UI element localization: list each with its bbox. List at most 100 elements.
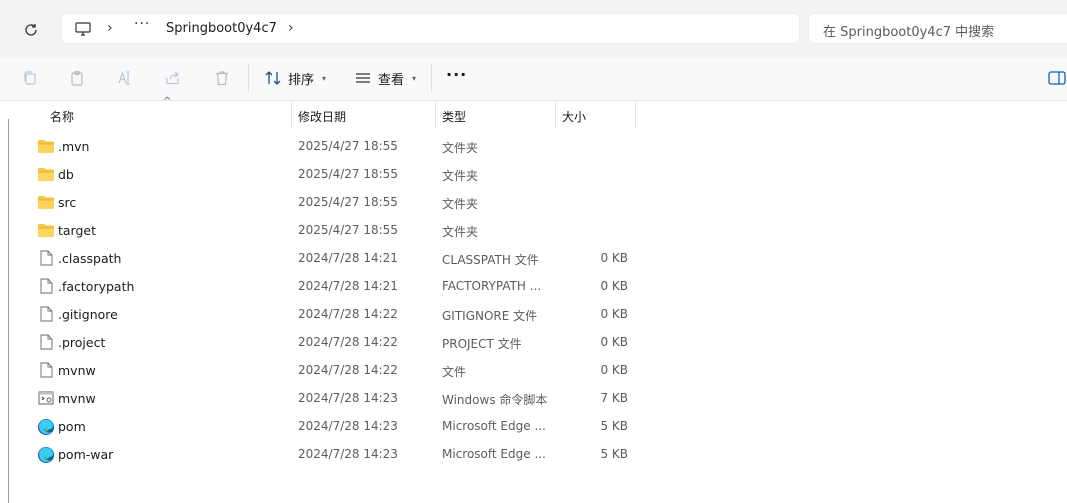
details-pane-icon[interactable] bbox=[1048, 70, 1066, 86]
file-date: 2024/7/28 14:22 bbox=[298, 335, 398, 349]
file-row[interactable]: .factorypath 2024/7/28 14:21 FACTORYPATH .… bbox=[30, 272, 640, 300]
file-name: pom bbox=[58, 419, 86, 434]
file-date: 2024/7/28 14:23 bbox=[298, 391, 398, 405]
file-size: 0 KB bbox=[600, 335, 628, 349]
toolbar-divider bbox=[248, 64, 249, 92]
cmd-script-icon bbox=[37, 390, 55, 406]
chevron-down-icon: ▾ bbox=[412, 73, 417, 83]
file-name: .factorypath bbox=[58, 279, 135, 294]
breadcrumb-overflow-button[interactable]: ··· bbox=[134, 16, 150, 32]
file-date: 2025/4/27 18:55 bbox=[298, 139, 398, 153]
copy-icon[interactable] bbox=[21, 69, 39, 87]
folder-icon bbox=[37, 222, 55, 238]
file-row[interactable]: mvnw 2024/7/28 14:22 文件 0 KB bbox=[30, 356, 640, 384]
sort-icon bbox=[265, 71, 281, 85]
paste-icon[interactable] bbox=[68, 69, 86, 87]
file-name: target bbox=[58, 223, 97, 238]
file-name: pom-war bbox=[58, 447, 114, 462]
rename-icon[interactable] bbox=[116, 69, 134, 87]
file-size: 0 KB bbox=[600, 363, 628, 377]
column-header-type[interactable]: 类型 bbox=[436, 101, 555, 128]
file-row[interactable]: mvnw 2024/7/28 14:23 Windows 命令脚本 7 KB bbox=[30, 384, 640, 412]
folder-icon bbox=[37, 194, 55, 210]
more-options-button[interactable]: ··· bbox=[446, 65, 467, 84]
file-row[interactable]: .mvn 2025/4/27 18:55 文件夹 bbox=[30, 132, 640, 160]
nav-pane-border bbox=[8, 119, 9, 503]
file-date: 2025/4/27 18:55 bbox=[298, 167, 398, 181]
file-name: mvnw bbox=[58, 363, 96, 378]
file-type: 文件夹 bbox=[442, 169, 479, 183]
file-row[interactable]: pom 2024/7/28 14:23 Microsoft Edge ... 5 KB bbox=[30, 412, 640, 440]
file-name: .project bbox=[58, 335, 106, 350]
file-size: 5 KB bbox=[600, 447, 628, 461]
breadcrumb-chevron-icon[interactable]: › bbox=[288, 20, 294, 36]
view-list-icon bbox=[356, 73, 370, 83]
search-placeholder: 在 Springboot0y4c7 中搜索 bbox=[823, 25, 995, 40]
file-row[interactable]: db 2025/4/27 18:55 文件夹 bbox=[30, 160, 640, 188]
this-pc-icon[interactable] bbox=[74, 21, 92, 40]
file-date: 2024/7/28 14:23 bbox=[298, 419, 398, 433]
file-row[interactable]: .gitignore 2024/7/28 14:22 GITIGNORE 文件 0 K… bbox=[30, 300, 640, 328]
share-icon[interactable] bbox=[164, 69, 182, 87]
file-type: 文件 bbox=[442, 365, 467, 379]
file-name: mvnw bbox=[58, 391, 96, 406]
column-header-label: 大小 bbox=[562, 110, 587, 124]
file-date: 2025/4/27 18:55 bbox=[298, 195, 398, 209]
file-date: 2024/7/28 14:21 bbox=[298, 251, 398, 265]
refresh-button[interactable] bbox=[18, 17, 44, 43]
file-size: 0 KB bbox=[600, 307, 628, 321]
column-header-label: 名称 bbox=[50, 110, 75, 124]
sort-button[interactable]: 排序 ▾ bbox=[264, 68, 326, 88]
file-type: GITIGNORE 文件 bbox=[442, 309, 538, 323]
file-row[interactable]: .classpath 2024/7/28 14:21 CLASSPATH 文件 0 K… bbox=[30, 244, 640, 272]
column-header-date[interactable]: 修改日期 bbox=[292, 101, 435, 128]
delete-icon[interactable] bbox=[213, 69, 231, 87]
column-header-label: 修改日期 bbox=[298, 110, 347, 124]
sort-label: 排序 bbox=[288, 72, 315, 88]
file-date: 2024/7/28 14:21 bbox=[298, 279, 398, 293]
refresh-icon bbox=[25, 24, 37, 36]
toolbar-divider bbox=[431, 64, 432, 92]
file-size: 5 KB bbox=[600, 419, 628, 433]
breadcrumb-chevron-icon[interactable]: › bbox=[107, 20, 113, 36]
file-date: 2024/7/28 14:22 bbox=[298, 307, 398, 321]
view-label: 查看 bbox=[378, 72, 405, 88]
file-type: FACTORYPATH ... bbox=[442, 279, 542, 293]
edge-icon bbox=[37, 418, 55, 435]
file-date: 2024/7/28 14:23 bbox=[298, 447, 398, 461]
column-header-name[interactable]: 名称 bbox=[30, 101, 290, 128]
column-header-label: 类型 bbox=[442, 110, 467, 124]
file-type: CLASSPATH 文件 bbox=[442, 253, 539, 267]
file-type: Windows 命令脚本 bbox=[442, 393, 548, 407]
search-box[interactable]: 在 Springboot0y4c7 中搜索 bbox=[808, 13, 1067, 44]
folder-icon bbox=[37, 138, 55, 154]
title-bar: › ··· Springboot0y4c7 › 在 Springboot0y4c… bbox=[0, 0, 1067, 57]
file-name: .gitignore bbox=[58, 307, 118, 322]
file-name: db bbox=[58, 167, 74, 182]
file-name: src bbox=[58, 195, 77, 210]
file-row[interactable]: pom-war 2024/7/28 14:23 Microsoft Edge ...… bbox=[30, 440, 640, 468]
file-type: 文件夹 bbox=[442, 141, 479, 155]
view-button[interactable]: 查看 ▾ bbox=[354, 68, 416, 88]
file-date: 2025/4/27 18:55 bbox=[298, 223, 398, 237]
file-type: Microsoft Edge ... bbox=[442, 419, 546, 433]
folder-icon bbox=[37, 166, 55, 182]
file-name: .classpath bbox=[58, 251, 122, 266]
file-type: Microsoft Edge ... bbox=[442, 447, 546, 461]
file-size: 0 KB bbox=[600, 279, 628, 293]
file-icon bbox=[37, 250, 55, 266]
address-bar[interactable]: › ··· Springboot0y4c7 › bbox=[61, 13, 800, 44]
file-size: 0 KB bbox=[600, 251, 628, 265]
file-date: 2024/7/28 14:22 bbox=[298, 363, 398, 377]
file-row[interactable]: src 2025/4/27 18:55 文件夹 bbox=[30, 188, 640, 216]
column-header-size[interactable]: 大小 bbox=[556, 101, 635, 128]
file-icon bbox=[37, 278, 55, 294]
file-row[interactable]: .project 2024/7/28 14:22 PROJECT 文件 0 KB bbox=[30, 328, 640, 356]
file-row[interactable]: target 2025/4/27 18:55 文件夹 bbox=[30, 216, 640, 244]
file-type: 文件夹 bbox=[442, 225, 479, 239]
file-icon bbox=[37, 306, 55, 322]
column-divider[interactable] bbox=[635, 101, 636, 128]
breadcrumb-item[interactable]: Springboot0y4c7 bbox=[166, 21, 277, 36]
edge-icon bbox=[37, 446, 55, 463]
chevron-down-icon: ▾ bbox=[322, 73, 327, 83]
